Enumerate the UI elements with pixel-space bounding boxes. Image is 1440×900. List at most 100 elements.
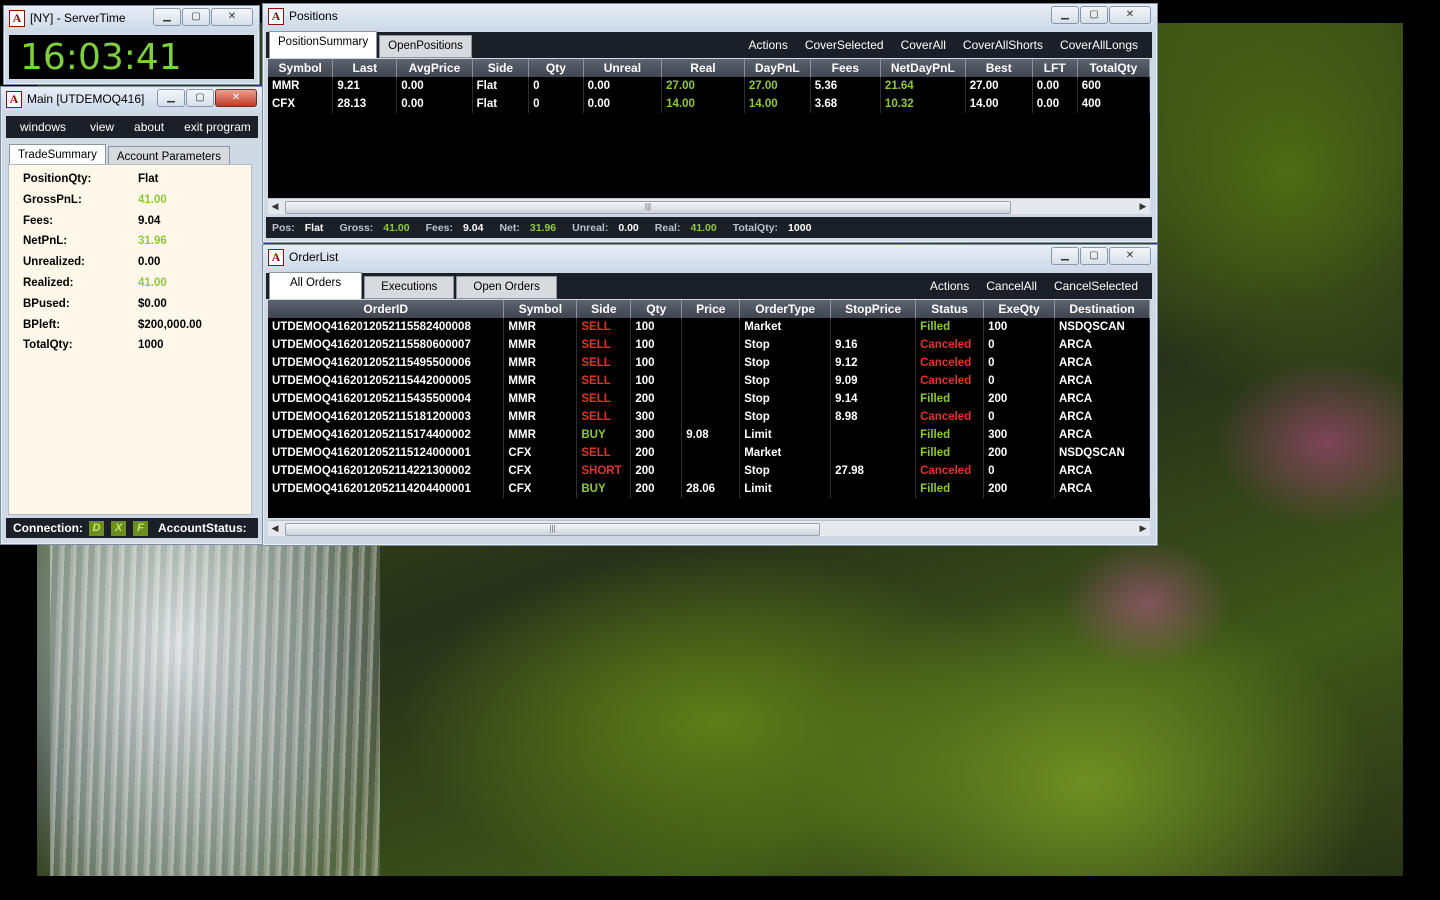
column-header-real[interactable]: Real [661, 59, 745, 77]
action-cancelselected[interactable]: CancelSelected [1054, 279, 1138, 293]
column-header-destination[interactable]: Destination [1054, 300, 1150, 318]
orderlist-titlebar[interactable]: A OrderList ▁ ▢ ✕ [263, 245, 1157, 269]
table-row[interactable]: UTDEMOQ4162012052115495500006 MMR SELL 100 S… [268, 354, 1150, 372]
table-cell: ARCA [1054, 354, 1150, 372]
column-header-side[interactable]: Side [472, 59, 530, 77]
table-row[interactable]: UTDEMOQ4162012052114204400001 CFX BUY 200 28… [268, 480, 1150, 498]
table-cell: 0.00 [583, 77, 663, 95]
column-header-status[interactable]: Status [915, 300, 985, 318]
column-header-qty[interactable]: Qty [630, 300, 683, 318]
tab-position-summary[interactable]: PositionSummary [269, 31, 378, 58]
column-header-fees[interactable]: Fees [810, 59, 881, 77]
column-header-symbol[interactable]: Symbol [503, 300, 578, 318]
close-button[interactable]: ✕ [215, 89, 257, 107]
summary-value: Flat [138, 173, 159, 185]
action-coverall[interactable]: CoverAll [901, 38, 946, 52]
column-header-ordertype[interactable]: OrderType [739, 300, 832, 318]
table-row[interactable]: UTDEMOQ4162012052115124000001 CFX SELL 200 M… [268, 444, 1150, 462]
table-row[interactable]: UTDEMOQ4162012052115174400002 MMR BUY 300 9.… [268, 426, 1150, 444]
scrollbar-thumb[interactable]: ||| [285, 201, 1011, 214]
column-header-netdaypnl[interactable]: NetDayPnL [880, 59, 966, 77]
column-header-orderid[interactable]: OrderID [268, 300, 505, 318]
action-coverselected[interactable]: CoverSelected [805, 38, 884, 52]
column-header-best[interactable]: Best [965, 59, 1033, 77]
table-row[interactable]: UTDEMOQ4162012052115582400008 MMR SELL 100 M… [268, 318, 1150, 336]
tab-open-orders[interactable]: Open Orders [456, 276, 557, 299]
menu-exit-program[interactable]: exit program [184, 120, 251, 134]
maximize-button[interactable]: ▢ [182, 8, 210, 26]
close-button[interactable]: ✕ [1109, 247, 1151, 265]
column-header-avgprice[interactable]: AvgPrice [396, 59, 473, 77]
maximize-button[interactable]: ▢ [186, 89, 214, 107]
scrollbar-thumb[interactable]: ||| [285, 523, 820, 536]
menu-windows[interactable]: windows [20, 120, 66, 134]
table-cell: 9.14 [830, 390, 917, 408]
menu-view[interactable]: view [90, 120, 114, 134]
table-cell: 9.08 [681, 426, 741, 444]
column-header-price[interactable]: Price [681, 300, 741, 318]
action-actions[interactable]: Actions [930, 279, 969, 293]
table-row[interactable]: UTDEMOQ4162012052115442000005 MMR SELL 100 S… [268, 372, 1150, 390]
action-cancelall[interactable]: CancelAll [986, 279, 1037, 293]
tab-executions[interactable]: Executions [364, 276, 455, 299]
table-row[interactable]: CFX 28.13 0.00 Flat 0 0.00 14.00 14.00 3.68 10.32… [268, 95, 1150, 113]
scroll-right-arrow-icon[interactable]: ▶ [1136, 199, 1150, 214]
column-header-stopprice[interactable]: StopPrice [830, 300, 917, 318]
tab-open-positions[interactable]: OpenPositions [379, 35, 472, 58]
main-titlebar[interactable]: A Main [UTDEMOQ416] ▁ ▢ ✕ [1, 87, 263, 111]
minimize-button[interactable]: ▁ [1051, 247, 1079, 265]
column-header-exeqty[interactable]: ExeQty [983, 300, 1055, 318]
table-cell: 200 [983, 390, 1055, 408]
scroll-left-arrow-icon[interactable]: ◀ [268, 199, 282, 214]
maximize-button[interactable]: ▢ [1080, 247, 1108, 265]
column-header-last[interactable]: Last [332, 59, 398, 77]
column-header-daypnl[interactable]: DayPnL [744, 59, 811, 77]
table-row[interactable]: UTDEMOQ4162012052115580600007 MMR SELL 100 S… [268, 336, 1150, 354]
positions-titlebar[interactable]: A Positions ▁ ▢ ✕ [263, 4, 1157, 28]
minimize-button[interactable]: ▁ [1051, 6, 1079, 24]
footer-value: 1000 [788, 221, 812, 234]
footer-label: Unreal: [572, 221, 609, 234]
column-header-lft[interactable]: LFT [1032, 59, 1078, 77]
scroll-left-arrow-icon[interactable]: ◀ [268, 521, 282, 536]
table-cell: CFX [503, 462, 578, 480]
table-cell: ARCA [1054, 336, 1150, 354]
column-header-qty[interactable]: Qty [528, 59, 584, 77]
table-row[interactable]: MMR 9.21 0.00 Flat 0 0.00 27.00 27.00 5.36 21.64 2… [268, 77, 1150, 95]
footer-value: 0.00 [618, 221, 639, 234]
footer-value: 31.96 [529, 221, 557, 234]
summary-row: TotalQty: 1000 [23, 339, 243, 360]
table-row[interactable]: UTDEMOQ4162012052114221300002 CFX SHORT 200… [268, 462, 1150, 480]
action-actions[interactable]: Actions [748, 38, 787, 52]
orderlist-horizontal-scrollbar[interactable]: ◀ ||| ▶ [268, 520, 1150, 536]
menu-about[interactable]: about [134, 120, 164, 134]
maximize-button[interactable]: ▢ [1080, 6, 1108, 24]
table-row[interactable]: UTDEMOQ4162012052115435500004 MMR SELL 200 S… [268, 390, 1150, 408]
server-time-titlebar[interactable]: A [NY] - ServerTime ▁ ▢ ✕ [4, 6, 259, 30]
action-coverallshorts[interactable]: CoverAllShorts [963, 38, 1043, 52]
minimize-button[interactable]: ▁ [153, 8, 181, 26]
table-cell: Stop [739, 408, 832, 426]
column-header-symbol[interactable]: Symbol [268, 59, 334, 77]
action-coveralllongs[interactable]: CoverAllLongs [1060, 38, 1138, 52]
table-cell: Market [739, 318, 832, 336]
positions-horizontal-scrollbar[interactable]: ◀ ||| ▶ [268, 198, 1150, 214]
table-cell: MMR [503, 318, 578, 336]
close-button[interactable]: ✕ [1109, 6, 1151, 24]
table-cell: UTDEMOQ4162012052114221300002 [268, 462, 505, 480]
table-cell: ARCA [1054, 462, 1150, 480]
orderlist-actions: Actions CancelAll CancelSelected [930, 279, 1152, 293]
column-header-totalqty[interactable]: TotalQty [1077, 59, 1150, 77]
table-cell [681, 354, 741, 372]
column-header-unreal[interactable]: Unreal [583, 59, 663, 77]
table-cell: 100 [630, 336, 683, 354]
close-button[interactable]: ✕ [211, 8, 253, 26]
table-cell: 21.64 [880, 77, 966, 95]
table-row[interactable]: UTDEMOQ4162012052115181200003 MMR SELL 300 S… [268, 408, 1150, 426]
column-header-side[interactable]: Side [576, 300, 632, 318]
tab-all-orders[interactable]: All Orders [269, 272, 363, 299]
scroll-right-arrow-icon[interactable]: ▶ [1136, 521, 1150, 536]
table-cell: 0.00 [1032, 77, 1078, 95]
minimize-button[interactable]: ▁ [157, 89, 185, 107]
table-cell: MMR [503, 390, 578, 408]
